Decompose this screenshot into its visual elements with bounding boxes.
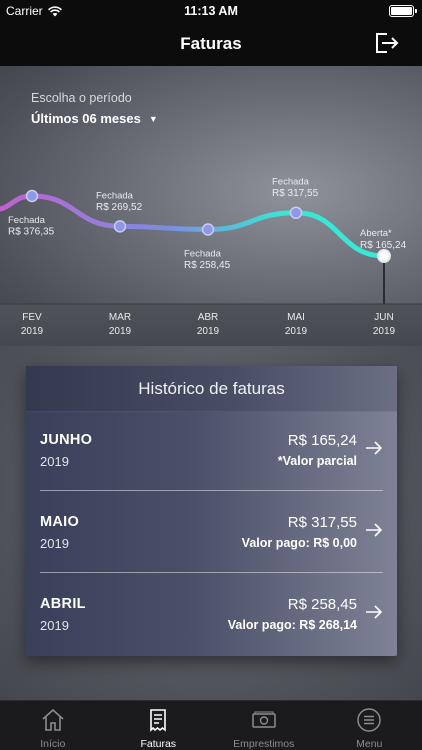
tab-faturas[interactable]: Faturas	[106, 701, 212, 750]
content-area: Histórico de faturas JUNHO 2019 R$ 165,2…	[0, 346, 422, 700]
invoice-year: 2019	[40, 454, 69, 469]
invoice-row-abril[interactable]: ABRIL 2019 R$ 258,45 Valor pago: R$ 268,…	[40, 576, 383, 658]
home-icon	[42, 708, 64, 731]
money-icon	[252, 711, 276, 728]
invoice-history-card: Histórico de faturas JUNHO 2019 R$ 165,2…	[26, 366, 397, 656]
page-title: Faturas	[180, 34, 242, 53]
status-bar: Carrier 11:13 AM	[0, 0, 422, 22]
invoice-month: ABRIL	[40, 596, 86, 612]
period-selected-value: Últimos 06 meses	[31, 111, 141, 126]
invoice-amount: R$ 258,45	[287, 596, 357, 613]
history-title: Histórico de faturas	[26, 366, 397, 412]
invoice-year: 2019	[40, 536, 69, 551]
invoice-note: Valor pago: R$ 268,14	[227, 618, 357, 632]
invoice-row-maio[interactable]: MAIO 2019 R$ 317,55 Valor pago: R$ 0,00	[40, 494, 383, 576]
logout-icon[interactable]	[372, 29, 400, 57]
tab-label: Faturas	[140, 738, 177, 750]
tab-emprestimos[interactable]: Emprestimos	[211, 701, 317, 750]
row-divider	[40, 490, 383, 491]
tab-label: Emprestimos	[233, 738, 295, 750]
tab-label: Menu	[356, 738, 383, 750]
invoice-month: JUNHO	[40, 432, 93, 448]
invoice-amount: R$ 317,55	[287, 514, 357, 531]
tab-bar: Início Faturas Emprestimos Menu	[0, 700, 422, 750]
status-time: 11:13 AM	[184, 4, 238, 18]
invoice-year: 2019	[40, 618, 69, 633]
invoice-icon	[150, 709, 167, 732]
invoice-amount: R$ 165,24	[287, 432, 357, 449]
battery-icon	[389, 5, 417, 17]
tab-label: Início	[40, 738, 66, 750]
period-dropdown[interactable]: Últimos 06 meses ▼	[31, 111, 158, 126]
menu-icon	[357, 708, 381, 732]
tab-inicio[interactable]: Início	[0, 701, 106, 750]
invoice-month: MAIO	[40, 514, 80, 530]
arrow-right-icon[interactable]	[365, 521, 383, 539]
period-label: Escolha o período	[31, 91, 132, 105]
chart-axis-band	[0, 304, 422, 346]
invoice-note: Valor pago: R$ 0,00	[241, 536, 357, 550]
arrow-right-icon[interactable]	[365, 439, 383, 457]
arrow-right-icon[interactable]	[365, 603, 383, 621]
tab-menu[interactable]: Menu	[317, 701, 422, 750]
invoice-row-junho[interactable]: JUNHO 2019 R$ 165,24 *Valor parcial	[40, 412, 383, 494]
chart-panel: Escolha o período Últimos 06 meses ▼	[0, 66, 422, 346]
chevron-down-icon: ▼	[148, 113, 158, 124]
row-divider	[40, 572, 383, 573]
invoice-note: *Valor parcial	[277, 454, 357, 468]
navigation-bar: Faturas	[0, 22, 422, 66]
